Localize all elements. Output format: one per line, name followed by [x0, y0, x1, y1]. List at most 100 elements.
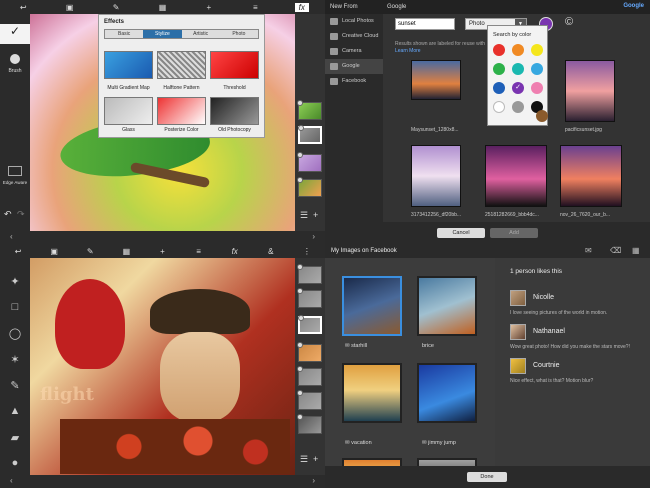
swatch-light-blue[interactable] — [531, 63, 543, 75]
source-creative-cloud[interactable]: Creative Cloud — [325, 29, 383, 44]
result-thumb[interactable] — [560, 145, 622, 207]
adjust-icon[interactable]: ≡ — [248, 3, 262, 12]
layers-stack-icon[interactable]: ☰ — [300, 210, 308, 221]
brush-size-dot[interactable] — [10, 54, 20, 64]
drop-icon[interactable]: ● — [6, 454, 24, 472]
prev-icon[interactable]: ‹ — [10, 232, 13, 241]
result-thumb[interactable] — [411, 145, 461, 207]
swatch-pink[interactable] — [531, 82, 543, 94]
swatch-gray[interactable] — [512, 101, 524, 113]
effect-multi-gradient-map[interactable] — [104, 51, 153, 79]
effect-label: Multi Gradient Map — [107, 85, 150, 91]
swatch-purple-selected[interactable]: ✓ — [512, 82, 524, 94]
tab-artistic[interactable]: Artistic — [181, 30, 220, 38]
cancel-button[interactable]: Cancel — [437, 228, 485, 238]
plus-icon[interactable]: + — [155, 247, 169, 256]
brush-icon[interactable]: ✎ — [109, 3, 123, 12]
effect-old-photocopy[interactable] — [210, 97, 259, 125]
crop-icon[interactable]: ▦ — [119, 247, 133, 256]
fx-icon[interactable]: fx — [228, 247, 242, 256]
layer-thumb[interactable] — [297, 342, 322, 362]
layer-thumb[interactable] — [297, 288, 322, 308]
grid-icon[interactable]: ▦ — [632, 246, 640, 255]
brush-icon[interactable]: ✎ — [83, 247, 97, 256]
image-icon[interactable]: ▣ — [63, 3, 77, 12]
wand-icon[interactable]: ✦ — [6, 272, 24, 290]
next-icon[interactable]: › — [312, 476, 315, 485]
license-icon[interactable]: © — [565, 16, 573, 28]
adjust-icon[interactable]: ≡ — [192, 247, 206, 256]
image-caption: ✉ jimmy jump — [422, 440, 456, 446]
crop-icon[interactable]: ▦ — [155, 3, 169, 12]
result-thumb[interactable] — [485, 145, 547, 207]
more-icon[interactable]: ⋮ — [300, 247, 314, 256]
fb-image[interactable] — [417, 276, 477, 336]
back-icon[interactable]: ↩ — [16, 3, 30, 12]
layer-thumb-selected[interactable] — [298, 315, 322, 334]
edge-aware-toggle[interactable] — [8, 166, 22, 176]
source-list: Local Photos Creative Cloud Camera Googl… — [325, 14, 383, 244]
fb-image[interactable] — [417, 363, 477, 423]
tab-basic[interactable]: Basic — [105, 30, 144, 38]
learn-more-link[interactable]: Learn More — [395, 48, 421, 54]
layer-thumb[interactable] — [297, 177, 322, 197]
add-layer-icon[interactable]: + — [313, 210, 318, 220]
brush-icon[interactable]: ✎ — [6, 376, 24, 394]
back-icon[interactable]: ↩ — [11, 247, 25, 256]
image-icon[interactable]: ▣ — [47, 247, 61, 256]
layer-thumb-selected[interactable] — [298, 125, 322, 144]
layer-thumb[interactable] — [297, 264, 322, 284]
face-image — [160, 332, 240, 422]
layer-thumb[interactable] — [297, 100, 322, 120]
swatch-white[interactable] — [493, 101, 505, 113]
fx-icon[interactable]: fx — [294, 2, 309, 12]
comment-icon: ✉ — [345, 440, 350, 446]
done-button[interactable]: Done — [467, 472, 507, 482]
effect-halftone-pattern[interactable] — [157, 51, 206, 79]
layer-thumb[interactable] — [297, 366, 322, 386]
undo-icon[interactable]: ↶ — [4, 209, 12, 220]
add-layer-icon[interactable]: + — [313, 454, 318, 464]
next-icon[interactable]: › — [312, 232, 315, 241]
share-icon[interactable]: & — [264, 247, 278, 256]
trash-icon[interactable]: ⌫ — [610, 246, 621, 255]
layer-thumb[interactable] — [297, 414, 322, 434]
swatch-green[interactable] — [493, 63, 505, 75]
source-camera[interactable]: Camera — [325, 44, 383, 59]
avatar — [510, 324, 526, 340]
layer-thumb[interactable] — [297, 390, 322, 410]
swatch-orange[interactable] — [512, 44, 524, 56]
layers-stack-icon[interactable]: ☰ — [300, 454, 308, 465]
result-thumb[interactable] — [565, 60, 615, 122]
result-thumb[interactable] — [411, 60, 461, 100]
plus-icon[interactable]: + — [202, 3, 216, 12]
swatch-teal[interactable] — [512, 63, 524, 75]
swatch-brown[interactable] — [536, 110, 548, 122]
swatch-red[interactable] — [493, 44, 505, 56]
fb-image[interactable] — [342, 363, 402, 423]
tab-photo[interactable]: Photo — [219, 30, 258, 38]
rect-select-icon[interactable]: □ — [6, 298, 24, 316]
source-facebook[interactable]: Facebook — [325, 74, 383, 89]
source-local-photos[interactable]: Local Photos — [325, 14, 383, 29]
effect-posterize-color[interactable] — [157, 97, 206, 125]
source-google[interactable]: Google — [325, 59, 383, 74]
add-button[interactable]: Add — [490, 228, 538, 238]
tab-stylize[interactable]: Stylize — [143, 30, 182, 38]
swatch-blue[interactable] — [493, 82, 505, 94]
comment-icon[interactable]: ✉ — [585, 246, 592, 255]
brush-tool-icon[interactable]: ✓ — [0, 24, 30, 44]
stamp-icon[interactable]: ▲ — [6, 402, 24, 420]
lasso-icon[interactable]: ◯ — [6, 324, 24, 342]
eraser-icon[interactable]: ▰ — [6, 428, 24, 446]
prev-icon[interactable]: ‹ — [10, 476, 13, 485]
fb-image-selected[interactable] — [342, 276, 402, 336]
swatch-yellow[interactable] — [531, 44, 543, 56]
effect-glass[interactable] — [104, 97, 153, 125]
layer-thumb[interactable] — [297, 152, 322, 172]
effect-threshold[interactable] — [210, 51, 259, 79]
magic-icon[interactable]: ✶ — [6, 350, 24, 368]
search-input[interactable] — [395, 18, 455, 30]
facebook-images-view: My Images on Facebook ✉ ⌫ ▦ ✉ starhill b… — [325, 244, 650, 488]
redo-icon[interactable]: ↷ — [17, 209, 25, 220]
